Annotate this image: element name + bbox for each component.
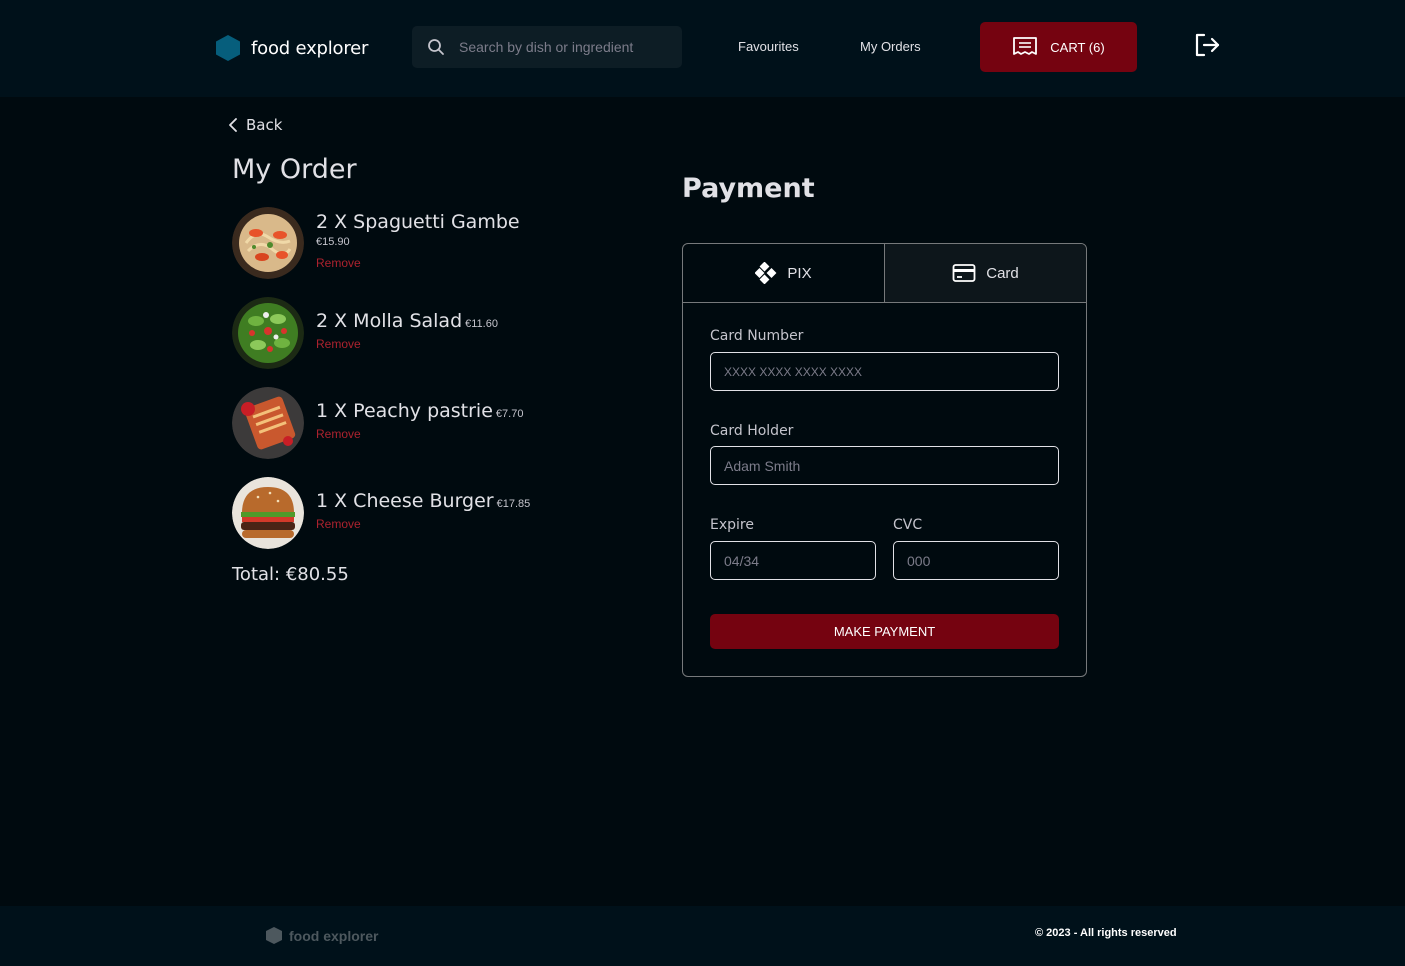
cvc-input[interactable] [893,541,1059,580]
dish-name: 2 X Spaguetti Gambe [316,211,520,233]
cart-label: CART (6) [1050,39,1105,55]
footer: food explorer © 2023 - All rights reserv… [0,906,1405,966]
dish-name: 2 X Molla Salad [316,310,463,332]
card-number-label: Card Number [710,328,804,344]
dish-price: €11.60 [465,318,498,330]
search-icon [428,39,444,55]
tab-pix-label: PIX [787,264,812,282]
hexagon-logo-icon [216,35,240,61]
card-number-input[interactable] [710,352,1059,391]
dish-image-salad [232,297,304,369]
dish-image-spaghetti [232,207,304,279]
nav-favourites[interactable]: Favourites [738,39,799,54]
dish-image-burger [232,477,304,549]
dish-name: 1 X Peachy pastrie [316,400,493,422]
order-item: 2 X Molla Salad €11.60 Remove [232,297,612,369]
dish-name-row: 1 X Cheese Burger €17.85 [316,490,530,512]
copyright: © 2023 - All rights reserved [1035,927,1177,939]
receipt-icon [1013,37,1038,55]
remove-button[interactable]: Remove [316,256,361,270]
expire-label: Expire [710,517,754,533]
card-holder-input[interactable] [710,446,1059,485]
dish-name-row: 2 X Spaguetti Gambe €15.90 [316,211,520,248]
dish-price: €15.90 [316,236,350,248]
dish-name: 1 X Cheese Burger [316,490,494,512]
pix-icon [755,262,777,284]
payment-tabs: PIX Card [683,244,1086,303]
logout-button[interactable] [1193,31,1221,63]
logo[interactable]: food explorer [215,34,368,62]
remove-button[interactable]: Remove [316,337,361,351]
tab-card-label: Card [986,264,1019,282]
tab-pix[interactable]: PIX [683,244,885,302]
order-title: My Order [232,154,357,185]
sign-out-icon [1195,33,1220,57]
order-item: 1 X Peachy pastrie €7.70 Remove [232,387,612,459]
cvc-label: CVC [893,517,923,533]
payment-title: Payment [682,173,815,204]
dish-image-pastry [232,387,304,459]
back-link[interactable]: Back [226,116,282,134]
cart-button[interactable]: CART (6) [980,22,1137,72]
order-item: 2 X Spaguetti Gambe €15.90 Remove [232,207,612,279]
footer-logo: food explorer [265,926,378,945]
expire-input[interactable] [710,541,876,580]
card-holder-label: Card Holder [710,423,794,439]
hexagon-logo-icon [266,927,282,944]
search-bar[interactable] [412,26,682,68]
search-input[interactable] [459,39,679,55]
remove-button[interactable]: Remove [316,427,361,441]
header: food explorer Favourites My Orders CART … [0,0,1405,97]
dish-price: €7.70 [495,408,524,420]
back-label: Back [246,116,283,134]
credit-card-icon [952,264,976,282]
order-total: Total: €80.55 [232,564,349,585]
chevron-left-icon [229,118,237,132]
logo-text: food explorer [251,37,369,59]
dish-name-row: 1 X Peachy pastrie €7.70 [316,400,523,422]
dish-name-row: 2 X Molla Salad €11.60 [316,310,498,332]
dish-price: €17.85 [496,498,531,510]
nav-my-orders[interactable]: My Orders [860,39,921,54]
payment-panel: PIX Card Card Number Card Holder Expire … [682,243,1087,677]
remove-button[interactable]: Remove [316,517,361,531]
order-item: 1 X Cheese Burger €17.85 Remove [232,477,612,549]
footer-logo-text: food explorer [289,927,379,944]
make-payment-button[interactable]: MAKE PAYMENT [710,614,1059,649]
tab-card[interactable]: Card [885,244,1086,302]
